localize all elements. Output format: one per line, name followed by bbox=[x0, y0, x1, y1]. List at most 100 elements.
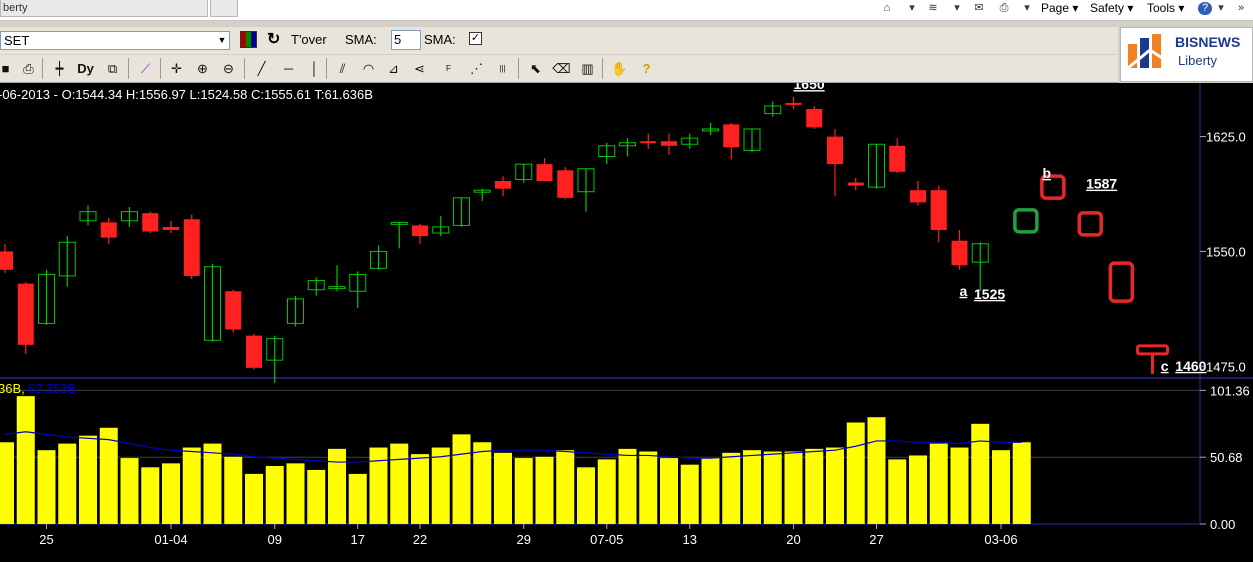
select-arrow-icon[interactable]: ⬉ bbox=[526, 59, 545, 78]
toolbar-divider bbox=[160, 58, 161, 79]
channel-icon[interactable]: ⫽ bbox=[333, 59, 352, 78]
line-tool-icon[interactable]: ╱ bbox=[252, 59, 271, 78]
help-icon[interactable]: ? bbox=[1198, 2, 1212, 15]
menu-safety[interactable]: Safety ▾ bbox=[1090, 0, 1133, 18]
candle-body bbox=[806, 109, 823, 128]
volume-bar bbox=[992, 450, 1010, 524]
candle bbox=[246, 334, 262, 370]
volume-bar bbox=[971, 423, 990, 524]
home-icon[interactable]: ⌂ bbox=[880, 2, 894, 15]
print-icon[interactable]: ⎙ bbox=[19, 59, 38, 78]
candle-body bbox=[163, 226, 179, 230]
delete-all-icon[interactable]: ▥ bbox=[578, 59, 597, 78]
print-icon[interactable]: ⎙ bbox=[997, 2, 1011, 15]
volume-bar bbox=[452, 434, 471, 524]
x-tick-label: 03-06 bbox=[984, 532, 1017, 547]
wave-annotation: 1587 bbox=[1086, 176, 1117, 192]
volume-bar bbox=[556, 450, 575, 524]
volume-bar bbox=[846, 422, 865, 524]
volume-bar bbox=[763, 451, 782, 524]
chevron-down-icon[interactable]: ▾ bbox=[1214, 2, 1228, 15]
arc-icon[interactable]: ◠ bbox=[359, 59, 378, 78]
chevron-down-icon[interactable]: ▼ bbox=[215, 32, 229, 49]
volume-tick-label: 101.36 bbox=[1210, 383, 1250, 398]
sma-period-input[interactable]: 5 bbox=[391, 30, 421, 50]
candle-body bbox=[640, 141, 657, 144]
chevron-down-icon[interactable]: ▾ bbox=[950, 2, 964, 15]
menu-page-label: Page bbox=[1041, 1, 1070, 15]
candlestick-chart[interactable]: 1650b1587a 1525c 1460 1625.01550.01475.010… bbox=[0, 83, 1253, 562]
candle-body bbox=[100, 222, 117, 238]
volume-bar bbox=[348, 473, 367, 524]
save-icon[interactable]: ■ bbox=[0, 59, 15, 78]
mail-icon[interactable]: ✉ bbox=[972, 2, 986, 15]
candle-body bbox=[17, 283, 34, 345]
candle-body bbox=[495, 181, 511, 189]
volume-bar bbox=[245, 473, 263, 524]
more-icon[interactable]: » bbox=[1234, 2, 1248, 15]
x-tick-label: 01-04 bbox=[154, 532, 187, 547]
volume-bar bbox=[0, 442, 14, 524]
toolbar-divider bbox=[244, 58, 245, 79]
symbol-value: SET bbox=[4, 33, 30, 48]
price-tick-label: 1625.0 bbox=[1206, 130, 1246, 145]
daily-interval-icon[interactable]: Dy bbox=[76, 59, 95, 78]
help-icon[interactable]: ? bbox=[637, 59, 656, 78]
feeds-icon[interactable]: ≋ bbox=[926, 2, 940, 15]
volume-bar bbox=[680, 464, 699, 524]
sma-period-value: 5 bbox=[394, 32, 402, 47]
vertical-line-icon[interactable]: │ bbox=[305, 59, 324, 78]
refresh-icon[interactable]: ↻ bbox=[267, 31, 280, 49]
volume-bar bbox=[99, 427, 118, 524]
menu-page[interactable]: Page ▾ bbox=[1041, 0, 1078, 18]
pan-hand-icon[interactable]: ✋ bbox=[610, 59, 629, 78]
crosshair-icon[interactable]: ✛ bbox=[167, 59, 186, 78]
candle-body bbox=[0, 251, 13, 270]
gann-fan-icon[interactable]: ⋰ bbox=[467, 59, 486, 78]
sma-checkbox[interactable]: ✓ bbox=[469, 32, 482, 45]
fibonacci-icon[interactable]: F bbox=[439, 59, 458, 78]
candle-chart-icon[interactable]: ┿ bbox=[50, 59, 69, 78]
menu-tools-label: Tools bbox=[1147, 1, 1176, 15]
sma-label: SMA: bbox=[345, 32, 377, 47]
x-tick-label: 27 bbox=[869, 532, 883, 547]
volume-bar bbox=[224, 456, 243, 524]
zoom-box-icon[interactable]: ⧉ bbox=[103, 59, 122, 78]
volume-bar bbox=[265, 466, 284, 524]
wave-annotation: 1525 bbox=[974, 286, 1005, 302]
zoom-in-icon[interactable]: ⊕ bbox=[193, 59, 212, 78]
volume-bar bbox=[307, 469, 326, 524]
speed-lines-icon[interactable]: ⋖ bbox=[410, 59, 429, 78]
volume-bar bbox=[784, 451, 803, 524]
trendline-icon[interactable]: ⟋ bbox=[136, 59, 155, 78]
chevron-down-icon[interactable]: ▾ bbox=[905, 2, 919, 15]
cycle-icon[interactable]: ||| bbox=[493, 59, 512, 78]
volume-bar bbox=[494, 452, 512, 524]
volume-bar bbox=[950, 447, 969, 524]
volume-bar bbox=[79, 435, 97, 524]
volume-legend: 36B, 62.353B bbox=[0, 381, 76, 396]
volume-bar bbox=[16, 396, 35, 524]
zoom-out-icon[interactable]: ⊖ bbox=[219, 59, 238, 78]
candle-body bbox=[661, 141, 677, 146]
fan-icon[interactable]: ⊿ bbox=[384, 59, 403, 78]
volume-tick-label: 0.00 bbox=[1210, 517, 1235, 532]
volume-bar bbox=[411, 454, 429, 524]
logo-mark-icon bbox=[1127, 34, 1169, 70]
price-tick-label: 1550.0 bbox=[1206, 244, 1246, 259]
symbol-select[interactable]: SET bbox=[0, 31, 230, 50]
wave-annotation: c bbox=[1161, 358, 1169, 374]
horizontal-line-icon[interactable]: ─ bbox=[279, 59, 298, 78]
volume-bar bbox=[514, 458, 533, 524]
chevron-down-icon[interactable]: ▾ bbox=[1020, 2, 1034, 15]
volume-bar bbox=[888, 459, 907, 524]
browser-tab[interactable]: berty bbox=[0, 0, 208, 17]
candle-body bbox=[246, 335, 262, 368]
candle-body bbox=[951, 240, 968, 266]
browser-new-tab[interactable] bbox=[210, 0, 238, 17]
candle-body bbox=[557, 170, 574, 198]
delete-icon[interactable]: ⌫ bbox=[552, 59, 571, 78]
volume-bar bbox=[805, 448, 824, 524]
menu-tools[interactable]: Tools ▾ bbox=[1147, 0, 1184, 18]
grid-color-icon[interactable] bbox=[240, 31, 257, 48]
